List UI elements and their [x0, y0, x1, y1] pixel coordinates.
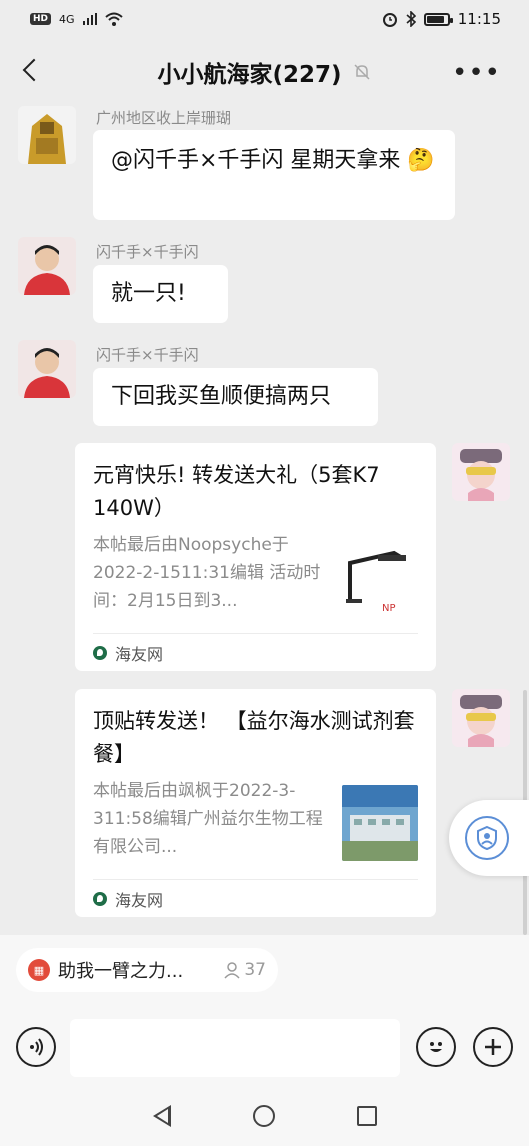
status-time: 11:15	[457, 10, 501, 28]
sender-name: 闪千手×千手闪	[96, 346, 199, 364]
network-type: 4G	[59, 12, 75, 26]
message-bubble[interactable]: @闪千手×千手闪 星期天拿来 🤔	[93, 130, 455, 220]
source-name: 海友网	[115, 644, 164, 664]
message-text: 下回我买鱼顺便搞两只	[111, 384, 332, 409]
message-bubble[interactable]: 就一只!	[93, 265, 228, 323]
group-name: 小小航海家(227)	[157, 62, 342, 88]
person-icon	[224, 962, 240, 979]
hd-badge: HD	[30, 13, 52, 25]
svg-text:NP: NP	[382, 603, 396, 614]
shield-icon	[465, 816, 509, 860]
alarm-icon	[382, 13, 397, 27]
source-logo-icon	[93, 645, 107, 660]
pinned-count: 37	[223, 960, 266, 980]
source-logo-icon	[93, 891, 107, 906]
card-body: 本帖最后由飒枫于2022-3-311:58编辑广州益尔生物工程有限公司...	[93, 777, 418, 861]
nav-home-icon[interactable]	[252, 1104, 275, 1127]
source-name: 海友网	[115, 890, 164, 910]
card-thumbnail	[342, 785, 418, 861]
chat-header: 小小航海家(227) •••	[0, 38, 529, 106]
pinned-chip[interactable]: ▦ 助我一臂之力... 37	[16, 948, 278, 992]
card-source: 海友网	[93, 879, 418, 917]
message-text: @闪千手×千手闪 星期天拿来 🤔	[111, 148, 435, 173]
avatar[interactable]	[18, 237, 76, 295]
status-right: 11:15	[382, 10, 501, 28]
message-bubble[interactable]: 下回我买鱼顺便搞两只	[93, 368, 378, 426]
status-bar: HD 4G 11:15	[0, 0, 529, 38]
emoji-icon[interactable]	[416, 1027, 456, 1067]
message-input[interactable]	[70, 1019, 400, 1077]
back-icon[interactable]	[16, 56, 46, 86]
system-nav-bar	[0, 1085, 529, 1146]
mute-bell-icon	[353, 64, 370, 80]
nav-recent-apps-icon[interactable]	[356, 1105, 377, 1126]
pinned-count-value: 37	[244, 960, 266, 980]
nav-back-icon[interactable]	[152, 1104, 171, 1127]
avatar[interactable]	[452, 689, 510, 747]
card-description: 本帖最后由Noopsyche于2022-2-1511:31编辑 活动时间：2月1…	[93, 535, 321, 611]
avatar[interactable]	[452, 443, 510, 501]
chat-title: 小小航海家(227)	[157, 55, 371, 89]
battery-icon	[423, 12, 453, 26]
bluetooth-icon	[406, 11, 416, 27]
more-options-icon[interactable]: •••	[452, 58, 501, 88]
avatar[interactable]	[18, 106, 76, 164]
card-body: 本帖最后由Noopsyche于2022-2-1511:31编辑 活动时间：2月1…	[93, 531, 418, 615]
input-bar	[0, 1017, 529, 1079]
bottom-panel: ▦ 助我一臂之力... 37	[0, 935, 529, 1146]
card-source: 海友网	[93, 633, 418, 671]
mini-program-icon: ▦	[28, 959, 50, 981]
floating-security-button[interactable]	[449, 800, 529, 876]
card-description: 本帖最后由飒枫于2022-3-311:58编辑广州益尔生物工程有限公司...	[93, 781, 323, 857]
message-text: 就一只!	[111, 281, 186, 306]
status-left: HD 4G	[30, 12, 123, 26]
plus-icon[interactable]	[473, 1027, 513, 1067]
signal-icon	[82, 13, 97, 25]
voice-input-icon[interactable]	[16, 1027, 56, 1067]
card-title: 元宵快乐! 转发送大礼（5套K7 140W）	[93, 463, 380, 520]
wifi-icon	[104, 12, 123, 26]
sender-name: 广州地区收上岸珊瑚	[96, 109, 232, 127]
sender-name: 闪千手×千手闪	[96, 243, 199, 261]
link-card[interactable]: 元宵快乐! 转发送大礼（5套K7 140W） 本帖最后由Noopsyche于20…	[75, 443, 436, 671]
card-title: 顶贴转发送！ 【益尔海水测试剂套餐】	[93, 709, 415, 766]
pinned-label: 助我一臂之力...	[58, 961, 184, 982]
link-card[interactable]: 顶贴转发送！ 【益尔海水测试剂套餐】 本帖最后由飒枫于2022-3-311:58…	[75, 689, 436, 917]
card-thumbnail: NP	[342, 539, 418, 615]
avatar[interactable]	[18, 340, 76, 398]
